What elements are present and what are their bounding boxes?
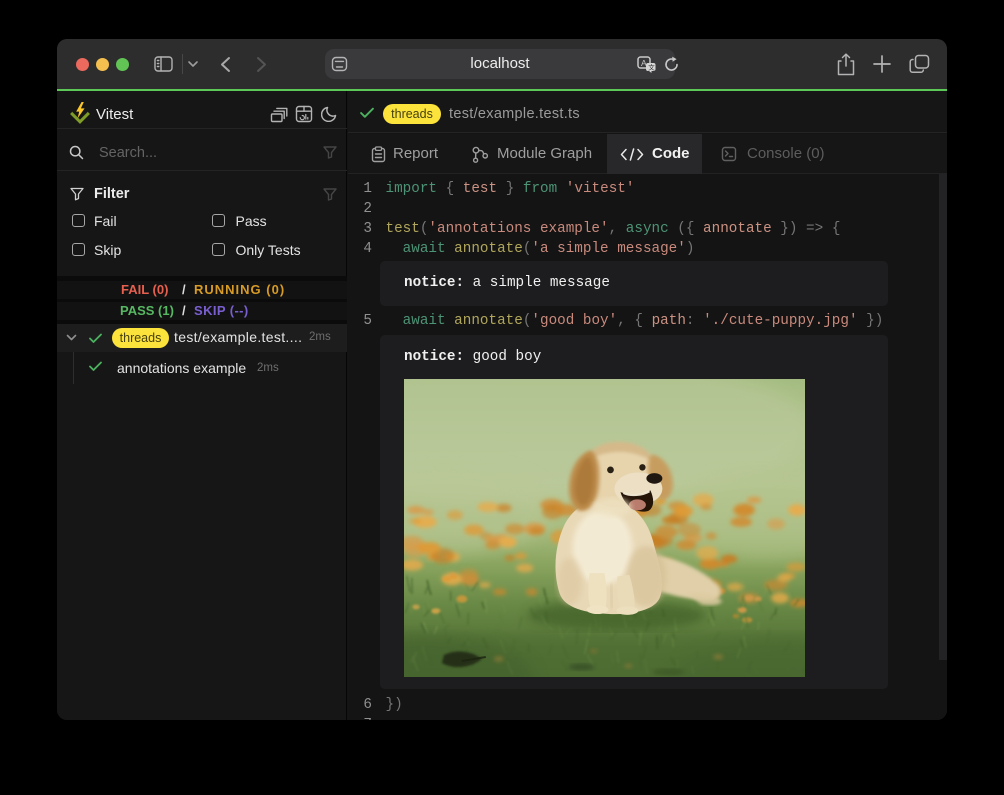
svg-text:文: 文	[648, 63, 655, 72]
